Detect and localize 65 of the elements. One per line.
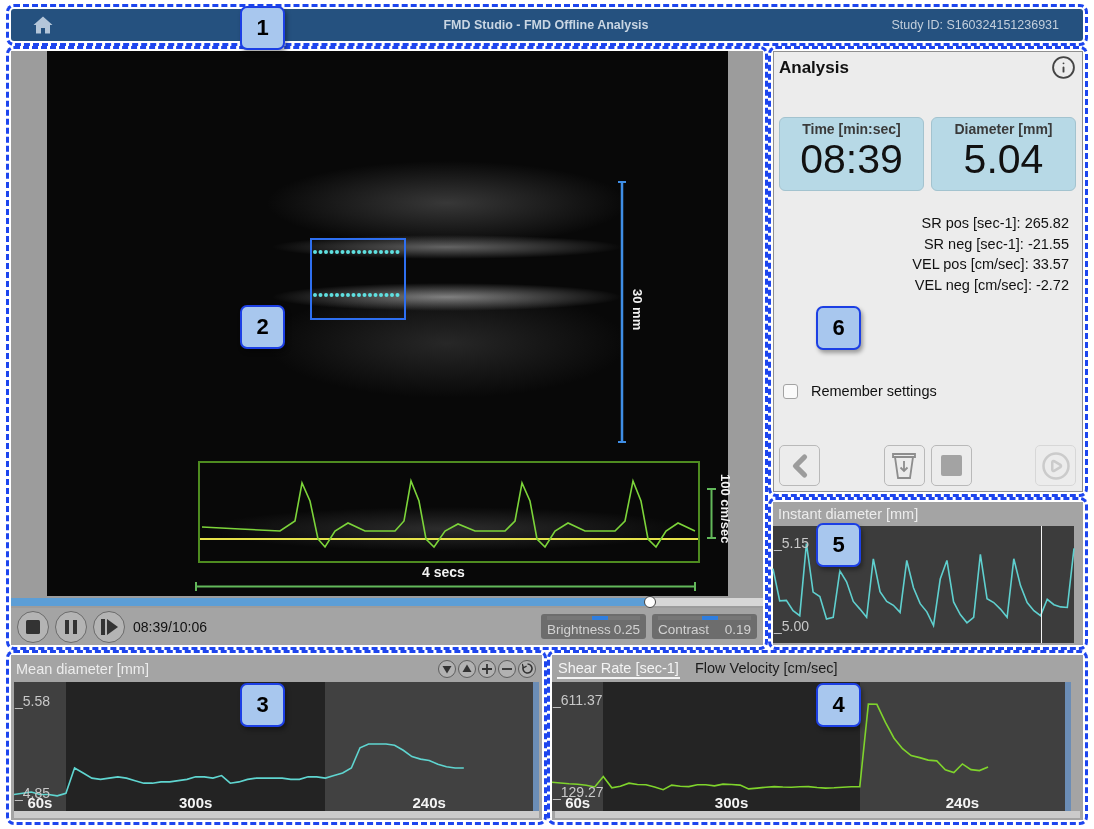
stop-icon [26, 619, 40, 634]
depth-scale-label: 30 mm [629, 289, 645, 331]
axis-tick-label: _5.58 [15, 693, 51, 708]
slider-value: 0.19 [724, 623, 751, 638]
stat-line: SR pos [sec-1]: 265.82 [921, 214, 1069, 233]
circle-play-icon [1040, 450, 1071, 481]
slider-thumb[interactable] [702, 616, 719, 620]
phase-label: 240s [412, 793, 446, 811]
pause-button[interactable] [55, 610, 87, 643]
chart-tool-button[interactable] [518, 659, 536, 678]
velocity-scale-label: 100 cm/sec [717, 474, 733, 544]
axis-tick-label: _5.00 [774, 618, 810, 633]
chart-title: Instant diameter [mm] [778, 506, 919, 522]
axis-tick-label: _5.15 [774, 536, 810, 551]
window-title: FMD Studio - FMD Offline Analysis [443, 18, 649, 32]
chart-tool-button[interactable] [498, 659, 516, 678]
triangle-down-icon [442, 663, 452, 674]
chart-title: Mean diameter [mm] [16, 660, 149, 677]
slider-label: Brightness [547, 623, 611, 638]
axis-tick-label: _129.27 [553, 784, 604, 799]
chart-tool-button[interactable] [438, 659, 456, 678]
stat-line: SR neg [sec-1]: -21.55 [923, 234, 1069, 254]
readout-label: Time [min:sec] [802, 121, 901, 137]
phase-label: 300s [714, 793, 749, 811]
pause-icon [65, 619, 77, 634]
info-icon[interactable] [1051, 55, 1076, 80]
readout-value: 5.04 [963, 137, 1044, 183]
stop-icon [940, 455, 962, 476]
velocity-scale-bar [706, 488, 716, 539]
phase-label: 300s [178, 793, 213, 811]
phase-label: 240s [945, 793, 980, 811]
chart-tab[interactable]: Flow Velocity [cm/sec] [693, 658, 839, 679]
stop-button[interactable] [17, 610, 49, 643]
callout-badge: 4 [816, 683, 861, 727]
checkbox-label: Remember settings [811, 383, 937, 399]
readout-label: Diameter [mm] [954, 121, 1053, 137]
callout-badge: 2 [240, 305, 285, 349]
step-forward-icon [100, 618, 118, 635]
callout-badge: 3 [240, 683, 285, 727]
callout-badge: 1 [240, 6, 285, 50]
readout-value: 08:39 [800, 137, 903, 183]
bin-arrow-icon [891, 451, 917, 480]
axis-tick-label: _611.37 [553, 693, 603, 708]
slider-thumb[interactable] [592, 616, 608, 620]
home-icon[interactable] [33, 16, 53, 34]
bin-button[interactable] [883, 445, 925, 486]
time-scale-label: 4 secs [422, 564, 465, 580]
slider-label: Contrast [658, 623, 710, 638]
callout-badge: 5 [816, 523, 861, 567]
rotate-icon [521, 663, 533, 674]
chart-tool-button[interactable] [458, 659, 476, 678]
remember-settings-checkbox[interactable] [783, 383, 798, 399]
panel-title: Analysis [779, 57, 849, 78]
step-forward-button[interactable] [93, 610, 125, 643]
triangle-up-icon [462, 663, 472, 674]
slider-value: 0.25 [613, 623, 640, 638]
chart-tool-button[interactable] [478, 659, 496, 678]
plus-icon [482, 663, 492, 674]
study-id: Study ID: S160324151236931 [891, 18, 1059, 32]
stat-line: VEL pos [cm/sec]: 33.57 [912, 255, 1069, 275]
callout-badge: 6 [816, 306, 861, 350]
slider-thumb[interactable] [644, 596, 657, 608]
stat-line: VEL neg [cm/sec]: -2.72 [914, 276, 1069, 296]
minus-icon [502, 667, 512, 670]
playback-time: 08:39/10:06 [133, 618, 207, 635]
